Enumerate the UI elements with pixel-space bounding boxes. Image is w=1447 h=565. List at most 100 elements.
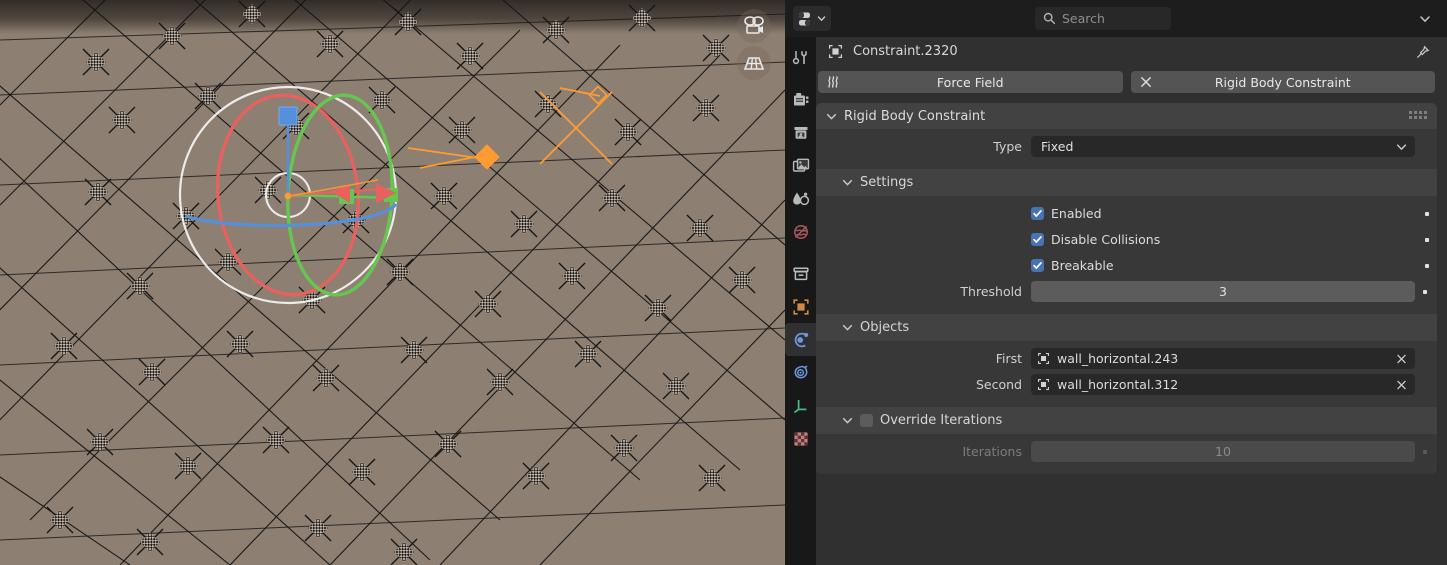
settings-title: Settings xyxy=(860,175,914,190)
texture-checker-icon xyxy=(793,431,808,446)
breakable-checkbox[interactable] xyxy=(1031,259,1044,272)
iterations-slider[interactable]: 10 xyxy=(1031,441,1415,462)
settings-section: Enabled Disable Collisions Breakable Thr… xyxy=(816,196,1437,314)
iterations-value: 10 xyxy=(1215,444,1231,459)
disable-collisions-decorator[interactable] xyxy=(1417,237,1437,242)
enabled-checkbox[interactable] xyxy=(1031,207,1044,220)
disable-collisions-checkbox[interactable] xyxy=(1031,233,1044,246)
header-collapse-button[interactable] xyxy=(1413,7,1437,30)
world-globe-icon xyxy=(793,224,808,239)
properties-content: Constraint.2320 Force Field Rigid Body C… xyxy=(816,37,1447,565)
properties-header: Search xyxy=(785,0,1447,37)
sidebar-item-constraints[interactable] xyxy=(785,356,816,389)
override-iterations-section: Iterations 10 xyxy=(816,434,1437,474)
panel-title: Rigid Body Constraint xyxy=(844,108,986,124)
type-row: Type Fixed xyxy=(816,135,1437,158)
iterations-row: Iterations 10 xyxy=(816,440,1437,463)
override-iterations-title: Override Iterations xyxy=(880,413,1003,428)
first-object-row: First wall_horizontal.243 xyxy=(816,347,1437,370)
sidebar-item-object-data[interactable] xyxy=(785,389,816,422)
objects-title: Objects xyxy=(860,320,910,335)
threshold-label: Threshold xyxy=(960,284,1022,299)
rigid-body-constraint-label: Rigid Body Constraint xyxy=(1214,74,1351,90)
threshold-row: Threshold 3 xyxy=(816,280,1437,303)
disable-collisions-label: Disable Collisions xyxy=(1051,232,1161,247)
enabled-label: Enabled xyxy=(1051,206,1102,221)
second-object-value: wall_horizontal.312 xyxy=(1057,377,1179,392)
breadcrumb: Constraint.2320 xyxy=(816,37,1437,65)
type-section: Type Fixed xyxy=(816,129,1437,169)
properties-tab-column xyxy=(785,37,816,565)
camera-view-gizmo[interactable] xyxy=(737,9,771,43)
iterations-decorator[interactable] xyxy=(1415,449,1435,454)
editor-type-selector[interactable] xyxy=(793,6,831,31)
grid-overlay-gizmo[interactable] xyxy=(737,46,771,80)
empty-object-icon xyxy=(1031,378,1050,391)
sidebar-item-physics[interactable] xyxy=(785,323,816,356)
threshold-slider[interactable]: 3 xyxy=(1031,281,1415,302)
sidebar-item-scene[interactable] xyxy=(785,182,816,215)
chevron-down-icon xyxy=(842,417,853,424)
check-icon xyxy=(1033,210,1042,217)
type-dropdown[interactable]: Fixed xyxy=(1031,136,1415,157)
force-field-waves-icon xyxy=(826,75,841,90)
chevron-down-icon xyxy=(842,179,853,186)
breakable-label: Breakable xyxy=(1051,258,1114,273)
first-object-field[interactable]: wall_horizontal.243 xyxy=(1031,348,1415,369)
collection-box-icon xyxy=(792,266,809,280)
threshold-decorator[interactable] xyxy=(1415,289,1435,294)
search-input[interactable]: Search xyxy=(1035,7,1171,30)
force-field-button[interactable]: Force Field xyxy=(818,71,1123,93)
empty-axes-icon xyxy=(793,399,806,413)
second-object-row: Second wall_horizontal.312 xyxy=(816,373,1437,396)
search-placeholder: Search xyxy=(1062,11,1105,26)
breakable-row: Breakable xyxy=(816,254,1437,277)
breakable-decorator[interactable] xyxy=(1417,263,1437,268)
search-icon xyxy=(1043,12,1056,25)
panel-drag-handle[interactable] xyxy=(1409,111,1427,119)
type-label: Type xyxy=(993,139,1022,154)
enabled-row: Enabled xyxy=(816,202,1437,225)
second-object-field[interactable]: wall_horizontal.312 xyxy=(1031,374,1415,395)
override-iterations-subpanel-header[interactable]: Override Iterations xyxy=(816,407,1437,434)
object-square-icon xyxy=(792,298,809,315)
check-icon xyxy=(1033,236,1042,243)
constraint-icon xyxy=(794,365,808,378)
sidebar-item-texture[interactable] xyxy=(785,422,816,455)
sidebar-item-collection[interactable] xyxy=(785,257,816,290)
sidebar-item-output[interactable] xyxy=(785,116,816,149)
camera-view-icon xyxy=(744,16,764,34)
grid-overlay-icon xyxy=(743,57,765,70)
settings-subpanel-header[interactable]: Settings xyxy=(816,169,1437,196)
empty-object-icon xyxy=(828,44,843,58)
sidebar-item-world[interactable] xyxy=(785,215,816,248)
rigid-body-constraint-panel-header[interactable]: Rigid Body Constraint xyxy=(816,103,1437,129)
sidebar-item-render[interactable] xyxy=(785,83,816,116)
properties-editor: Search Constraint.2320 Force Field Rigid… xyxy=(785,0,1447,565)
clear-second-object-icon[interactable] xyxy=(1395,378,1408,391)
check-icon xyxy=(1033,262,1042,269)
override-iterations-checkbox[interactable] xyxy=(860,414,873,427)
3d-viewport[interactable] xyxy=(0,0,785,565)
chevron-down-icon xyxy=(842,324,853,331)
rigid-body-constraint-button[interactable]: Rigid Body Constraint xyxy=(1130,71,1435,93)
pin-icon xyxy=(1416,45,1429,58)
images-icon xyxy=(792,158,809,172)
sidebar-item-view-layer[interactable] xyxy=(785,149,816,182)
sidebar-item-object[interactable] xyxy=(785,290,816,323)
properties-body: Constraint.2320 Force Field Rigid Body C… xyxy=(785,37,1447,565)
clear-first-object-icon[interactable] xyxy=(1395,352,1408,365)
iterations-label: Iterations xyxy=(962,444,1022,459)
breadcrumb-label: Constraint.2320 xyxy=(853,43,958,59)
first-object-value: wall_horizontal.243 xyxy=(1057,351,1179,366)
printer-icon xyxy=(794,126,807,139)
chevron-down-icon xyxy=(826,113,837,120)
enabled-decorator[interactable] xyxy=(1417,211,1437,216)
physics-type-buttons: Force Field Rigid Body Constraint xyxy=(816,65,1437,93)
sidebar-item-tool[interactable] xyxy=(785,41,816,74)
blender-window: Search Constraint.2320 Force Field Rigid… xyxy=(0,0,1447,565)
objects-subpanel-header[interactable]: Objects xyxy=(816,314,1437,341)
pin-button[interactable] xyxy=(1411,41,1433,63)
tool-icon xyxy=(792,51,807,65)
chevron-down-icon xyxy=(1396,143,1407,150)
